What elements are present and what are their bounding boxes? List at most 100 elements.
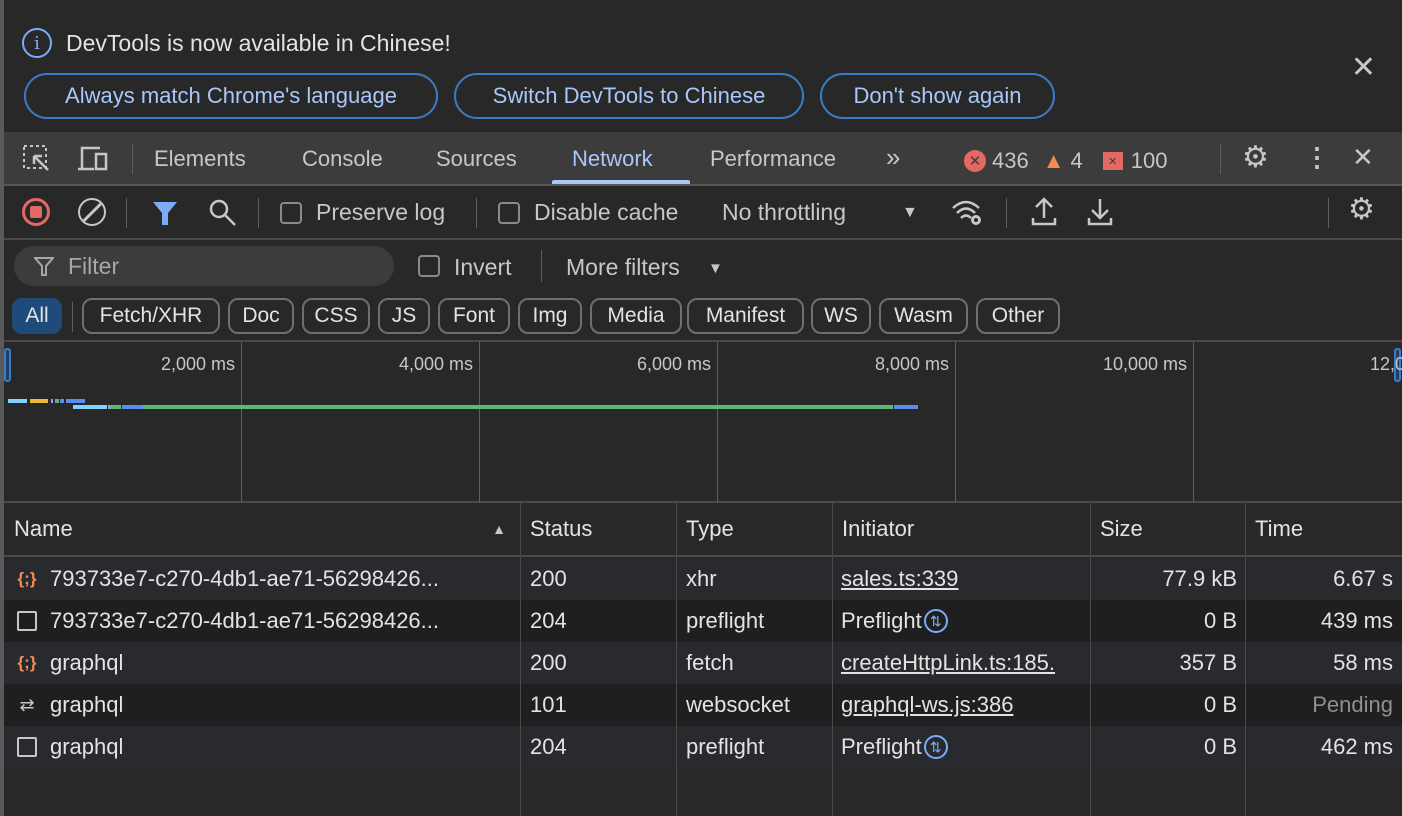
inspect-element-icon[interactable] xyxy=(22,144,52,174)
invert-label: Invert xyxy=(454,254,512,280)
request-name: 793733e7-c270-4db1-ae71-56298426... xyxy=(50,566,439,591)
table-row[interactable]: 793733e7-c270-4db1-ae71-56298426... 204 … xyxy=(4,600,1402,642)
settings-gear-icon[interactable]: ⚙ xyxy=(1242,140,1269,175)
overview-request-bar xyxy=(60,399,64,403)
type-js[interactable]: JS xyxy=(378,298,430,334)
network-conditions-icon[interactable] xyxy=(950,198,986,228)
name-cell: 793733e7-c270-4db1-ae71-56298426... xyxy=(14,600,514,642)
more-options-icon[interactable]: ⋮ xyxy=(1304,142,1330,173)
import-har-icon[interactable] xyxy=(1030,196,1058,228)
invert-checkbox[interactable] xyxy=(418,255,440,277)
column-header-size[interactable]: Size xyxy=(1090,503,1245,557)
name-cell: {;} 793733e7-c270-4db1-ae71-56298426... xyxy=(14,558,514,600)
active-tab-indicator xyxy=(552,180,690,184)
filter-icon[interactable] xyxy=(152,200,178,226)
close-devtools-icon[interactable]: ✕ xyxy=(1352,142,1374,173)
overview-request-bar xyxy=(143,405,894,409)
close-icon[interactable]: ✕ xyxy=(1351,50,1376,85)
name-cell: {;} graphql xyxy=(14,642,514,684)
type-img[interactable]: Img xyxy=(518,298,582,334)
type-media[interactable]: Media xyxy=(590,298,682,334)
name-cell: ⇄ graphql xyxy=(14,684,514,726)
tab-performance[interactable]: Performance xyxy=(710,146,836,172)
column-header-initiator[interactable]: Initiator xyxy=(832,503,1090,557)
column-header-time[interactable]: Time xyxy=(1245,503,1402,557)
filter-placeholder: Filter xyxy=(68,252,120,279)
throttling-select[interactable]: No throttling xyxy=(722,199,846,226)
size-cell: 77.9 kB xyxy=(1162,566,1237,591)
chevron-down-icon[interactable]: ▼ xyxy=(902,204,918,222)
initiator-cell: Preflight ⇅ xyxy=(841,726,1090,768)
overview-tick-label: 4,000 ms xyxy=(398,354,473,374)
type-css[interactable]: CSS xyxy=(302,298,370,334)
column-header-status[interactable]: Status xyxy=(520,503,676,557)
type-cell: preflight xyxy=(686,608,765,633)
tab-elements[interactable]: Elements xyxy=(154,146,246,172)
overview-tick-label: 12,000 xyxy=(1369,354,1402,374)
device-toolbar-icon[interactable] xyxy=(78,144,112,174)
tab-sources[interactable]: Sources xyxy=(436,146,517,172)
preflight-icon[interactable]: ⇅ xyxy=(923,609,948,633)
table-row[interactable]: {;} graphql 200 fetch createHttpLink.ts:1… xyxy=(4,642,1402,684)
column-header-type[interactable]: Type xyxy=(676,503,832,557)
console-counters[interactable]: ✕ 436 ▲ 4 ✕ 100 xyxy=(964,148,1167,174)
more-filters-dropdown[interactable]: More filters xyxy=(566,254,680,281)
type-cell: fetch xyxy=(686,650,734,675)
search-icon[interactable] xyxy=(208,198,238,228)
overview-gridline xyxy=(479,342,480,503)
type-all[interactable]: All xyxy=(12,298,62,334)
initiator-link[interactable]: graphql-ws.js:386 xyxy=(841,692,1013,718)
clear-icon[interactable] xyxy=(78,198,106,226)
type-ws[interactable]: WS xyxy=(811,298,871,334)
preflight-icon[interactable]: ⇅ xyxy=(923,735,948,759)
filter-row: Filter Invert More filters ▼ xyxy=(4,240,1402,296)
sort-ascending-icon: ▲ xyxy=(492,521,506,537)
disable-cache-checkbox[interactable] xyxy=(498,202,520,224)
network-toolbar: Preserve log Disable cache No throttling… xyxy=(4,186,1402,240)
preserve-log-checkbox[interactable] xyxy=(280,202,302,224)
table-row[interactable]: {;} 793733e7-c270-4db1-ae71-56298426... 2… xyxy=(4,558,1402,600)
initiator-link[interactable]: sales.ts:339 xyxy=(841,566,958,592)
status-cell: 200 xyxy=(530,566,567,591)
tab-network[interactable]: Network xyxy=(572,146,653,172)
tab-console[interactable]: Console xyxy=(302,146,383,172)
overview-request-bar xyxy=(66,399,86,403)
overview-request-bar xyxy=(55,399,59,403)
type-font[interactable]: Font xyxy=(438,298,510,334)
overview-gridline xyxy=(1193,342,1194,503)
more-filters-chevron-icon[interactable]: ▼ xyxy=(708,260,723,277)
dont-show-again-button[interactable]: Don't show again xyxy=(820,73,1055,119)
always-match-language-button[interactable]: Always match Chrome's language xyxy=(24,73,438,119)
document-icon xyxy=(14,611,40,631)
overview-request-bar xyxy=(122,405,143,409)
more-tabs-icon[interactable]: » xyxy=(886,142,900,173)
type-wasm[interactable]: Wasm xyxy=(879,298,968,334)
filter-input[interactable]: Filter xyxy=(14,246,394,286)
preserve-log-label: Preserve log xyxy=(316,199,446,225)
overview-request-bar xyxy=(73,405,108,409)
issues-count: 100 xyxy=(1130,148,1168,173)
type-cell: websocket xyxy=(686,692,790,717)
initiator-cell: Preflight ⇅ xyxy=(841,600,1090,642)
table-row[interactable]: graphql 204 preflight Preflight ⇅ 0 B 462… xyxy=(4,726,1402,768)
overview-left-handle[interactable] xyxy=(4,348,11,382)
type-manifest[interactable]: Manifest xyxy=(687,298,804,334)
table-row[interactable]: ⇄ graphql 101 websocket graphql-ws.js:386… xyxy=(4,684,1402,726)
header-label: Name xyxy=(14,516,73,541)
status-cell: 204 xyxy=(530,734,567,759)
column-header-name[interactable]: Name ▲ xyxy=(4,503,520,557)
overview-request-bar xyxy=(894,405,919,409)
network-settings-icon[interactable]: ⚙ xyxy=(1348,192,1375,227)
overview-request-bar xyxy=(110,405,121,409)
warning-count: 4 xyxy=(1070,148,1083,173)
type-other[interactable]: Other xyxy=(976,298,1060,334)
export-har-icon[interactable] xyxy=(1086,196,1114,228)
switch-to-chinese-button[interactable]: Switch DevTools to Chinese xyxy=(454,73,804,119)
network-overview-timeline[interactable]: 2,000 ms 4,000 ms 6,000 ms 8,000 ms 10,000 m… xyxy=(4,340,1402,503)
initiator-text: Preflight xyxy=(841,734,922,759)
stop-recording-icon[interactable] xyxy=(22,198,50,226)
time-cell: 439 ms xyxy=(1320,608,1393,633)
type-doc[interactable]: Doc xyxy=(228,298,294,334)
type-fetch-xhr[interactable]: Fetch/XHR xyxy=(82,298,220,334)
initiator-link[interactable]: createHttpLink.ts:185. xyxy=(841,650,1055,676)
